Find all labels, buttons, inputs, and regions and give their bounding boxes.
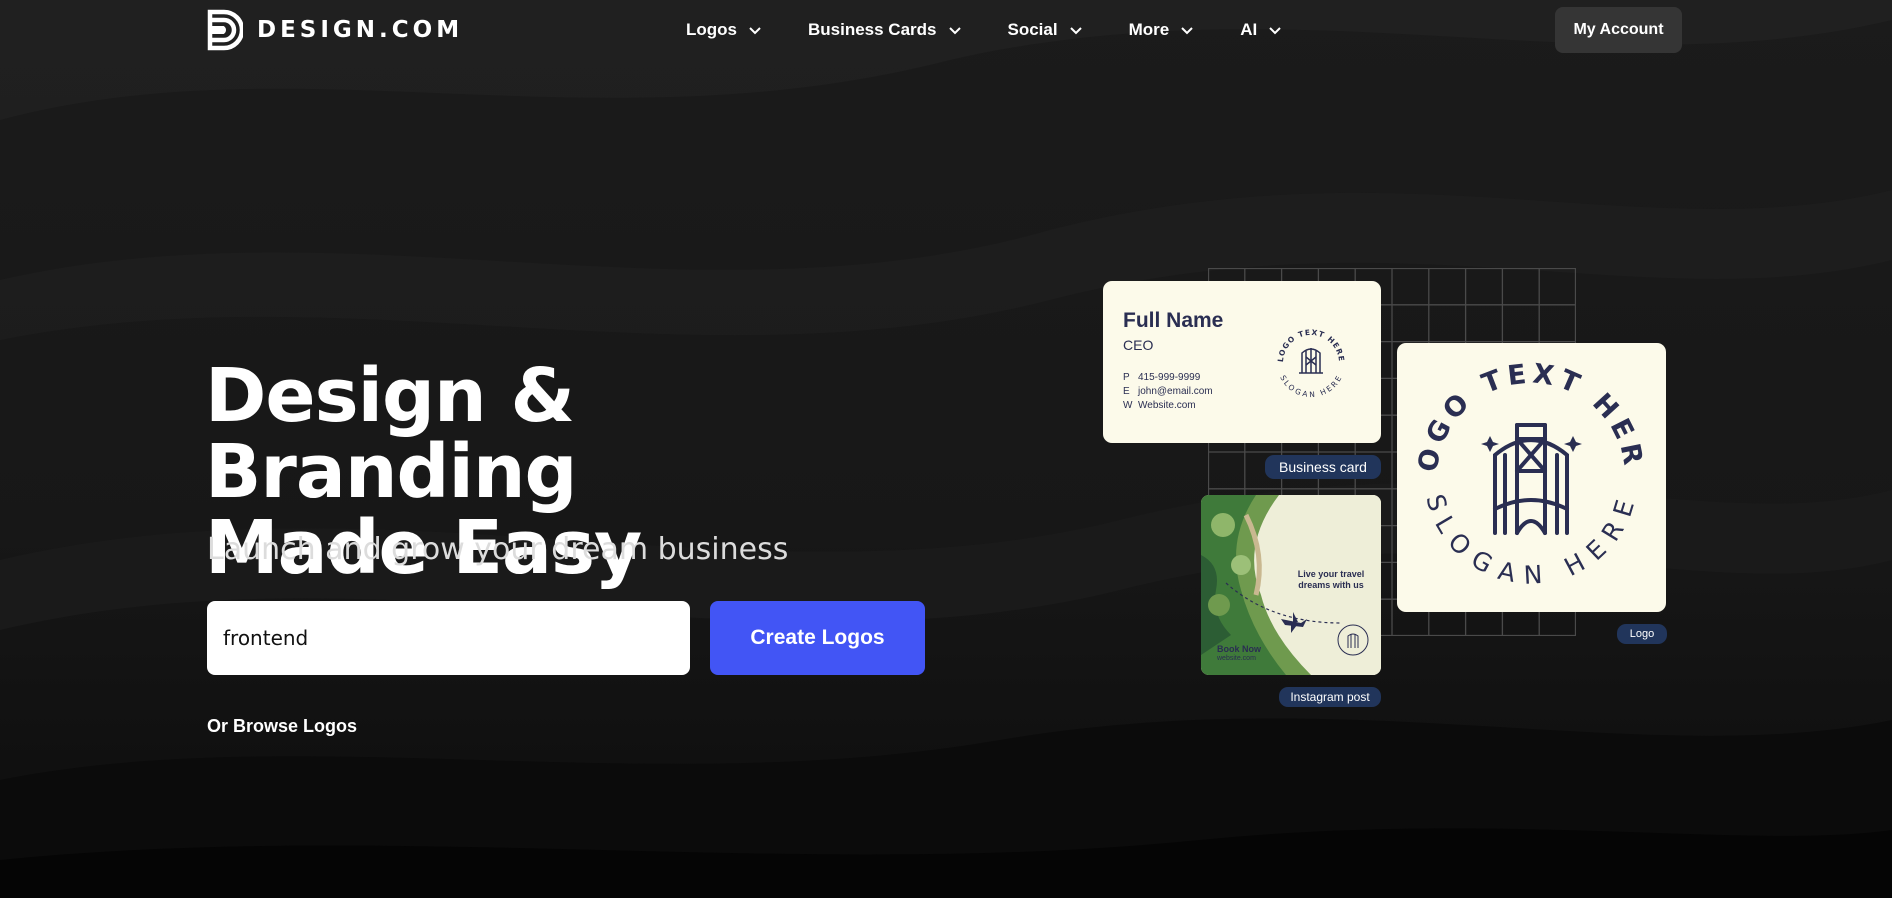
svg-text:LOGO TEXT HERE: LOGO TEXT HERE xyxy=(1397,343,1649,474)
main-nav: Logos Business Cards Social More AI xyxy=(686,14,1282,46)
hero-title-line-1: Design & Branding xyxy=(205,353,578,515)
nav-label: More xyxy=(1128,20,1170,39)
card-phone-value: 415-999-9999 xyxy=(1138,372,1201,383)
chevron-down-icon xyxy=(749,27,761,35)
business-card-preview[interactable]: Full Name CEO P 415-999-9999 E john@emai… xyxy=(1103,281,1381,443)
card-role: CEO xyxy=(1123,337,1154,353)
bridge-logo-icon: LOGO TEXT HERE SLOGAN HERE xyxy=(1397,343,1649,590)
bridge-emblem-icon: LOGO TEXT HERE SLOGAN HERE xyxy=(1276,328,1345,399)
card-web-key: W xyxy=(1123,400,1133,411)
nav-ai[interactable]: AI xyxy=(1240,20,1282,40)
create-logos-button[interactable]: Create Logos xyxy=(710,601,925,675)
card-website: W Website.com xyxy=(1123,400,1196,411)
hero-subtitle: Launch and grow your dream business xyxy=(207,532,789,567)
design-logo-icon xyxy=(207,9,243,51)
svg-text:SLOGAN HERE: SLOGAN HERE xyxy=(1420,491,1641,590)
logo-label: Logo xyxy=(1617,624,1667,644)
chevron-down-icon xyxy=(948,27,961,35)
card-phone: P 415-999-9999 xyxy=(1123,372,1200,383)
nav-logos[interactable]: Logos xyxy=(686,20,762,40)
instagram-post-preview[interactable]: Live your travel dreams with us Book Now… xyxy=(1201,495,1381,675)
nav-more[interactable]: More xyxy=(1129,20,1195,40)
instagram-tagline: Live your travel dreams with us xyxy=(1297,569,1365,590)
nav-social[interactable]: Social xyxy=(1008,20,1083,40)
card-email: E john@email.com xyxy=(1123,386,1213,397)
chevron-down-icon xyxy=(1069,27,1082,35)
instagram-url: website.com xyxy=(1217,655,1256,662)
card-website-value: Website.com xyxy=(1138,400,1196,411)
instagram-post-label: Instagram post xyxy=(1279,687,1381,707)
instagram-cta: Book Now xyxy=(1217,644,1261,654)
site-header: DESIGN.COM Logos Business Cards Social M… xyxy=(0,0,1892,60)
nav-label: Logos xyxy=(686,20,737,39)
logo-bottom-text: SLOGAN HERE xyxy=(1420,491,1635,590)
svg-text:SLOGAN HERE: SLOGAN HERE xyxy=(1278,374,1344,399)
logo-top-text: LOGO TEXT HERE xyxy=(1397,343,1644,474)
business-card-label: Business card xyxy=(1265,455,1381,479)
business-name-input[interactable] xyxy=(207,601,690,675)
emblem-bottom-text: SLOGAN HERE xyxy=(1278,374,1343,399)
brand-logo[interactable]: DESIGN.COM xyxy=(207,9,463,51)
nav-business-cards[interactable]: Business Cards xyxy=(808,20,962,40)
chevron-down-icon xyxy=(1181,27,1193,35)
nav-label: AI xyxy=(1240,20,1258,39)
my-account-button[interactable]: My Account xyxy=(1555,7,1682,53)
browse-logos-link[interactable]: Or Browse Logos xyxy=(207,716,357,737)
card-email-value: john@email.com xyxy=(1138,386,1213,397)
brand-name: DESIGN.COM xyxy=(257,17,464,43)
logo-preview[interactable]: LOGO TEXT HERE SLOGAN HERE xyxy=(1397,343,1666,612)
card-phone-key: P xyxy=(1123,372,1130,383)
nav-label: Social xyxy=(1007,20,1058,39)
card-email-key: E xyxy=(1123,386,1130,397)
chevron-down-icon xyxy=(1269,27,1281,35)
card-full-name: Full Name xyxy=(1123,309,1224,332)
nav-label: Business Cards xyxy=(808,20,937,39)
